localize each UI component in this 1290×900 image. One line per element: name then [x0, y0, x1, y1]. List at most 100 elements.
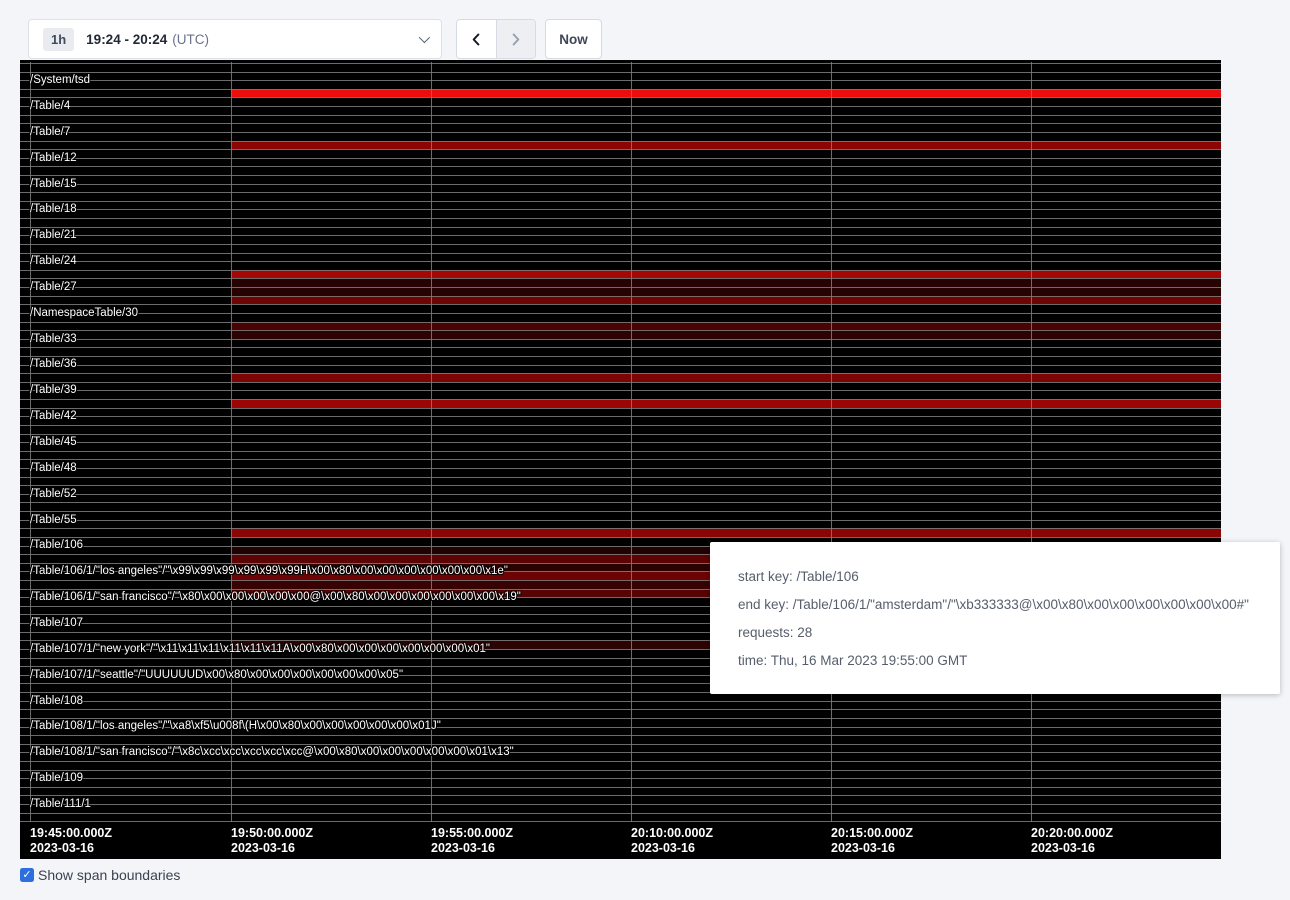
span-boundary-line	[20, 339, 1221, 340]
span-label: /Table/107/1/"new york"/"\x11\x11\x11\x1…	[30, 643, 490, 655]
heat-band[interactable]	[231, 278, 1221, 287]
span-boundary-line	[20, 365, 1221, 366]
span-boundary-line	[20, 477, 1221, 478]
x-tick-time: 20:10:00.000Z	[631, 826, 713, 841]
span-boundary-line	[20, 244, 1221, 245]
heat-band[interactable]	[231, 528, 1221, 537]
span-label: /Table/108/1/"san francisco"/"\x8c\xcc\x…	[30, 746, 514, 758]
span-boundary-line	[20, 356, 1221, 357]
span-label: /Table/48	[30, 462, 77, 474]
tooltip-time: time: Thu, 16 Mar 2023 19:55:00 GMT	[738, 653, 1260, 668]
span-label: /Table/18	[30, 203, 77, 215]
span-boundary-line	[20, 184, 1221, 185]
span-boundary-line	[20, 528, 1221, 529]
span-label: /Table/106	[30, 539, 83, 551]
span-boundary-line	[20, 218, 1221, 219]
span-boundary-line	[20, 778, 1221, 779]
span-label: /Table/21	[30, 229, 77, 241]
span-boundary-line	[20, 175, 1221, 176]
time-gridline	[831, 62, 832, 822]
tooltip-start-key: start key: /Table/106	[738, 569, 1260, 584]
span-boundary-line	[20, 821, 1221, 822]
heat-band[interactable]	[231, 89, 1221, 98]
span-boundary-line	[20, 192, 1221, 193]
show-span-boundaries-checkbox[interactable]: ✓	[20, 868, 34, 882]
key-visualizer-canvas[interactable]: /System/tsd/Table/4/Table/7/Table/12/Tab…	[20, 60, 1221, 859]
span-label: /Table/111/1	[30, 798, 91, 810]
time-gridline	[431, 62, 432, 822]
span-label: /Table/107/1/"seattle"/"UUUUUUD\x00\x80\…	[30, 669, 403, 681]
span-label: /Table/106/1/"los angeles"/"\x99\x99\x99…	[30, 565, 508, 577]
toolbar: 1h 19:24 - 20:24 (UTC) Now	[0, 0, 1290, 60]
span-label: /Table/106/1/"san francisco"/"\x80\x00\x…	[30, 591, 521, 603]
next-time-button[interactable]	[496, 20, 535, 58]
heat-band[interactable]	[231, 287, 1221, 296]
x-axis-tick: 20:10:00.000Z2023-03-16	[631, 826, 713, 856]
span-boundary-line	[20, 511, 1221, 512]
x-tick-date: 2023-03-16	[30, 841, 112, 856]
time-range-duration-badge: 1h	[43, 28, 74, 51]
time-gridline	[631, 62, 632, 822]
heat-band[interactable]	[231, 270, 1221, 279]
span-boundary-line	[20, 132, 1221, 133]
time-range-timezone: (UTC)	[172, 32, 209, 47]
span-label: /Table/109	[30, 772, 83, 784]
heat-band[interactable]	[231, 141, 1221, 150]
x-axis-tick: 20:20:00.000Z2023-03-16	[1031, 826, 1113, 856]
span-label: /Table/55	[30, 514, 77, 526]
span-label: /Table/24	[30, 255, 77, 267]
span-boundary-line	[20, 253, 1221, 254]
heat-band[interactable]	[231, 330, 1221, 339]
time-range-select[interactable]: 1h 19:24 - 20:24 (UTC)	[28, 19, 442, 59]
span-boundary-line	[20, 434, 1221, 435]
span-boundary-line	[20, 451, 1221, 452]
span-boundary-line	[20, 80, 1221, 81]
tooltip-end-key: end key: /Table/106/1/"amsterdam"/"\xb33…	[738, 597, 1260, 612]
time-range-text: 19:24 - 20:24	[86, 32, 167, 47]
time-gridline	[231, 62, 232, 822]
chevron-down-icon	[419, 32, 430, 43]
span-boundary-line	[20, 537, 1221, 538]
span-boundary-line	[20, 373, 1221, 374]
span-boundary-line	[20, 787, 1221, 788]
span-label: /Table/15	[30, 178, 77, 190]
tooltip-requests: requests: 28	[738, 625, 1260, 640]
span-boundary-line	[20, 390, 1221, 391]
now-button[interactable]: Now	[545, 19, 602, 59]
prev-time-button[interactable]	[457, 20, 496, 58]
x-tick-time: 19:55:00.000Z	[431, 826, 513, 841]
heat-band[interactable]	[231, 322, 1221, 331]
span-boundary-line	[20, 520, 1221, 521]
span-boundary-line	[20, 106, 1221, 107]
x-axis-tick: 19:55:00.000Z2023-03-16	[431, 826, 513, 856]
x-tick-time: 19:50:00.000Z	[231, 826, 313, 841]
span-boundary-line	[20, 123, 1221, 124]
heat-band[interactable]	[231, 373, 1221, 382]
span-boundary-line	[20, 287, 1221, 288]
span-boundary-line	[20, 296, 1221, 297]
x-tick-date: 2023-03-16	[231, 841, 313, 856]
span-label: /Table/108	[30, 695, 83, 707]
span-boundary-line	[20, 166, 1221, 167]
heat-band[interactable]	[231, 399, 1221, 408]
span-boundary-line	[20, 744, 1221, 745]
span-label: /Table/42	[30, 410, 77, 422]
chevron-right-icon	[508, 32, 523, 47]
span-boundary-line	[20, 149, 1221, 150]
x-tick-time: 20:15:00.000Z	[831, 826, 913, 841]
x-tick-date: 2023-03-16	[631, 841, 713, 856]
span-boundary-line	[20, 468, 1221, 469]
span-boundary-line	[20, 399, 1221, 400]
span-boundary-line	[20, 770, 1221, 771]
span-boundary-line	[20, 261, 1221, 262]
x-axis-tick: 19:45:00.000Z2023-03-16	[30, 826, 112, 856]
x-tick-date: 2023-03-16	[831, 841, 913, 856]
span-boundary-line	[20, 701, 1221, 702]
span-boundary-line	[20, 97, 1221, 98]
span-boundary-line	[20, 804, 1221, 805]
span-label: /Table/45	[30, 436, 77, 448]
span-label: /Table/36	[30, 358, 77, 370]
heat-band[interactable]	[231, 296, 1221, 305]
span-boundary-line	[20, 227, 1221, 228]
x-tick-date: 2023-03-16	[431, 841, 513, 856]
